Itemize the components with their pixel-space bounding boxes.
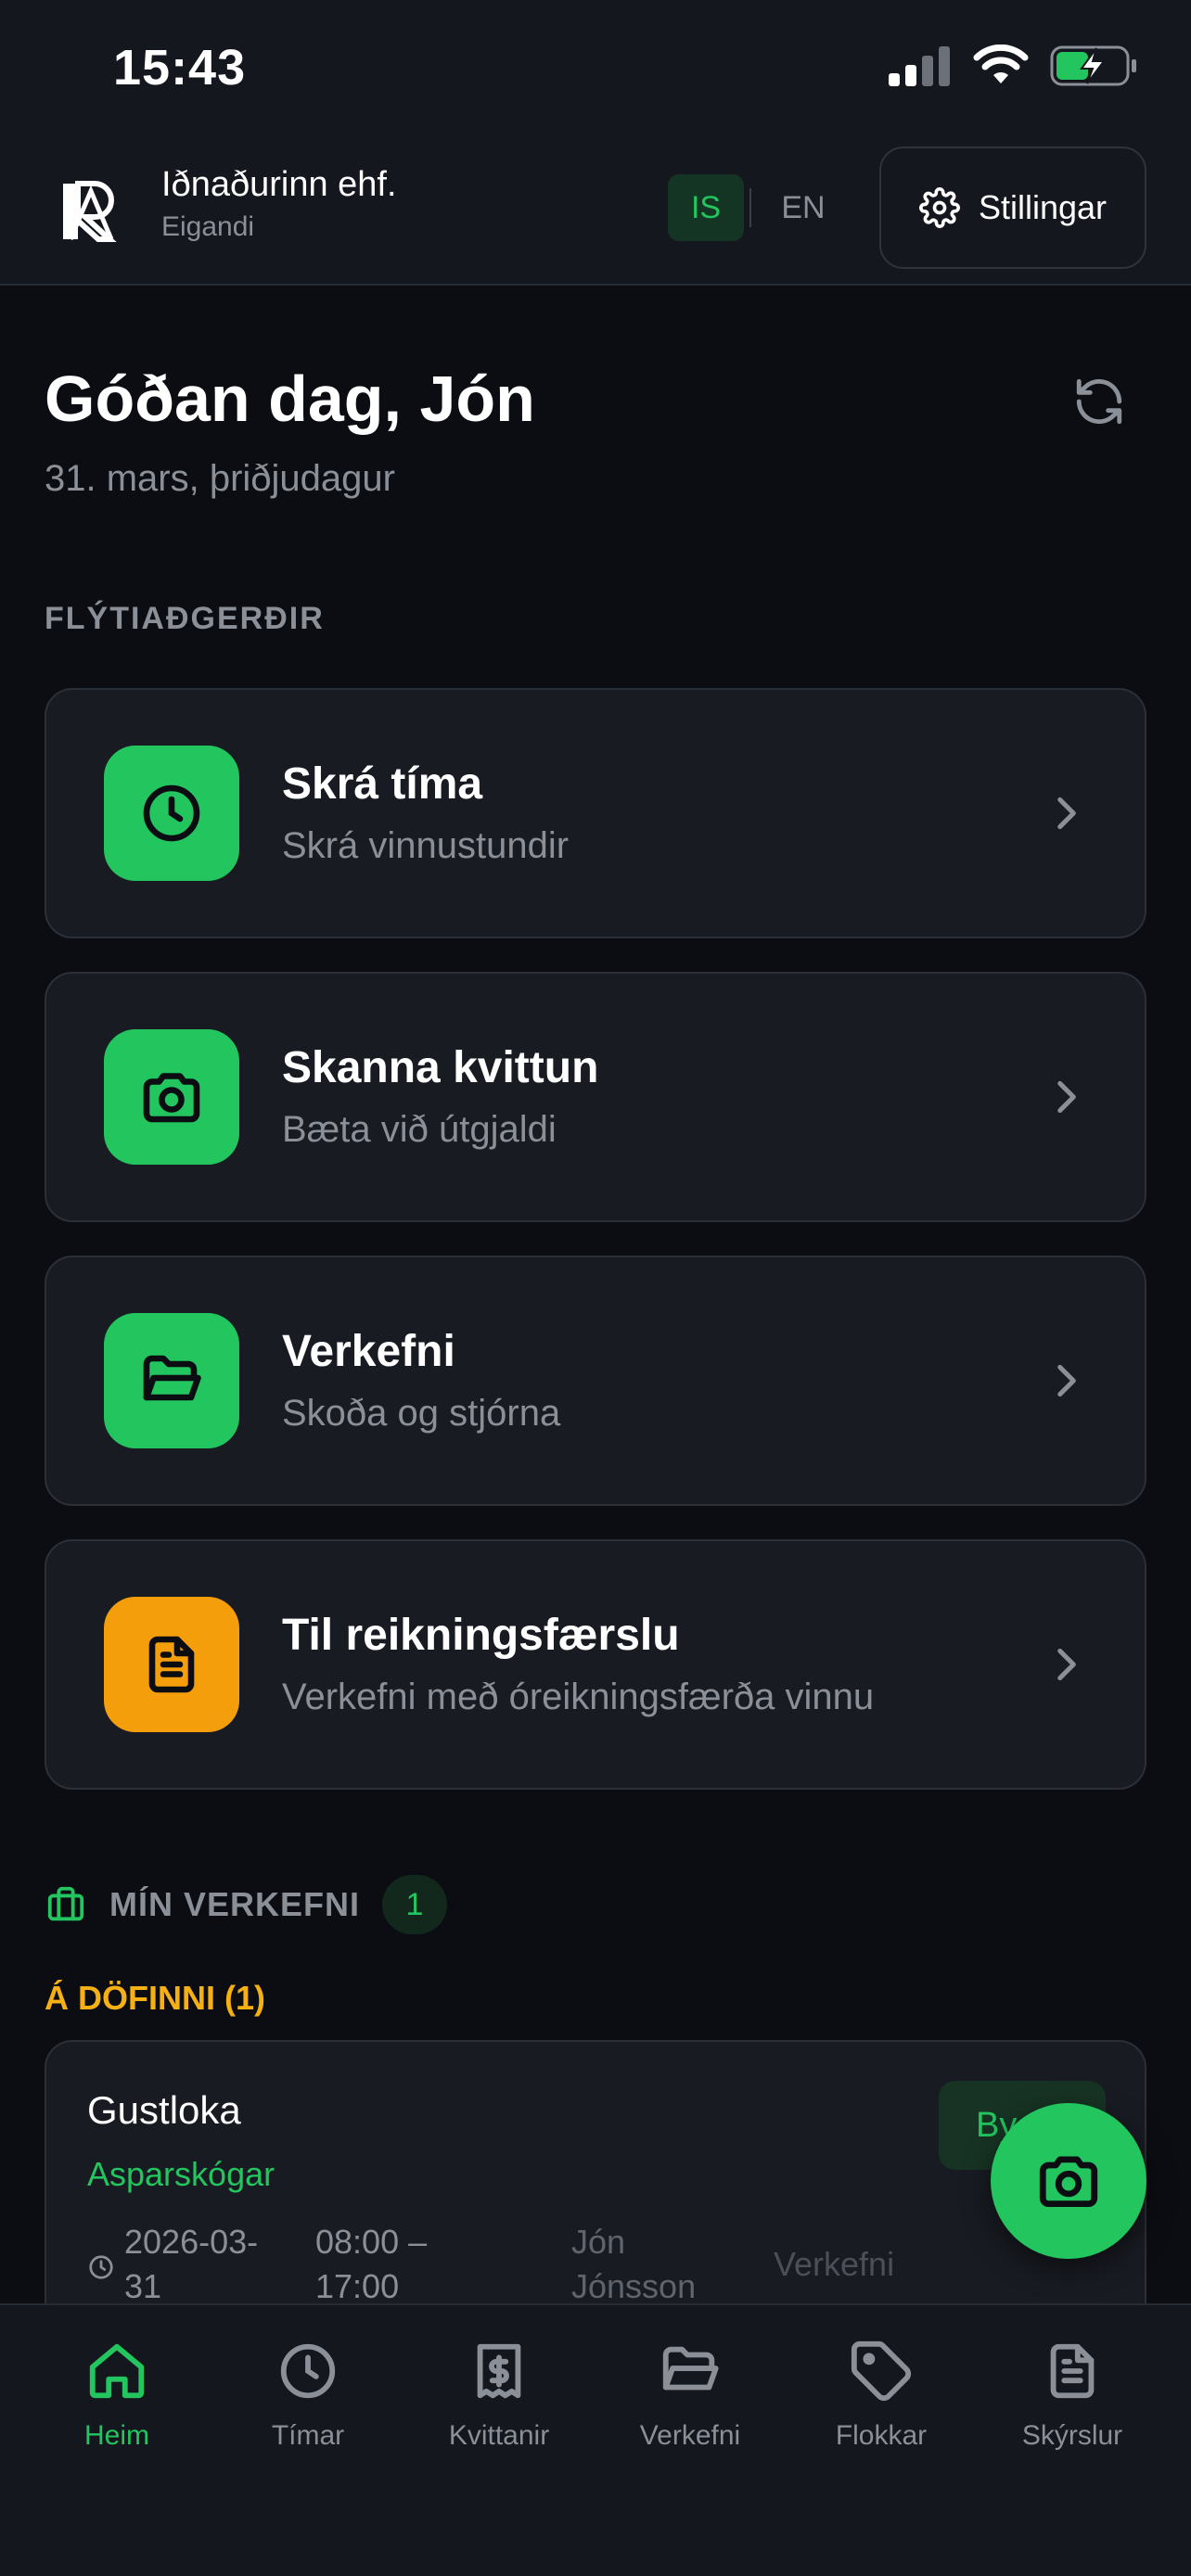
lang-is-button[interactable]: IS [668,174,744,241]
scan-receipt-fab[interactable] [991,2103,1146,2259]
settings-label: Stillingar [978,188,1108,226]
greeting-date: 31. mars, þriðjudagur [45,458,395,499]
status-icons [887,45,1139,87]
folder-icon [143,1355,201,1401]
status-bar: 15:43 [0,0,1191,139]
language-switch: IS EN [668,174,850,241]
task-time-line: 17:00 [315,2267,400,2305]
wifi-icon [973,45,1029,83]
tag-icon [851,2340,912,2402]
card-icon-bg [104,1029,239,1165]
task-location: Asparskógar [87,2155,275,2193]
card-icon-bg [104,1313,239,1448]
task-date-line: 2026-03- [124,2223,259,2261]
chevron-right-icon [1057,797,1076,830]
lang-en-button[interactable]: EN [757,174,850,241]
chevron-right-icon [1057,1080,1076,1114]
tab-receipts[interactable]: Kvittanir [403,2339,595,2452]
chevron-right-icon [1057,1648,1076,1681]
tab-categories[interactable]: Flokkar [786,2339,977,2452]
my-projects-count-badge: 1 [382,1875,448,1934]
quick-action-projects[interactable]: Verkefni Skoða og stjórna [45,1256,1146,1506]
task-date: 2026-03- 31 [124,2220,258,2309]
my-projects-header: MÍN VERKEFNI 1 [45,1873,448,1936]
settings-button[interactable]: Stillingar [879,147,1146,269]
task-time-line: 08:00 – [315,2223,428,2261]
clock-icon [89,2255,113,2279]
tab-label: Flokkar [835,2420,928,2451]
card-subtitle: Skoða og stjórna [282,1393,561,1434]
lang-divider [749,188,751,227]
quick-action-log-time[interactable]: Skrá tíma Skrá vinnustundir [45,688,1146,938]
card-title: Til reikningsfærslu [282,1611,680,1660]
clock-icon [280,2343,336,2399]
my-projects-label: MÍN VERKEFNI [109,1885,361,1923]
home-icon [89,2343,145,2399]
quick-action-scan-receipt[interactable]: Skanna kvittun Bæta við útgjaldi [45,972,1146,1222]
tab-label: Tímar [271,2420,345,2451]
card-title: Skrá tíma [282,759,483,809]
task-time: 08:00 – 17:00 [315,2220,427,2309]
tab-label: Heim [83,2420,149,2451]
clock-icon [143,784,200,842]
refresh-button[interactable] [1067,369,1132,434]
status-time: 15:43 [113,40,247,96]
app-header: Iðnaðurinn ehf. Eigandi IS EN Stillingar [0,139,1191,286]
chevron-right-icon [1057,1364,1076,1397]
greeting-title: Góðan dag, Jón [45,363,535,435]
tab-label: Kvittanir [448,2420,550,2451]
quick-action-to-invoice[interactable]: Til reikningsfærslu Verkefni með óreikni… [45,1539,1146,1790]
briefcase-icon [47,1886,84,1921]
tab-hours[interactable]: Tímar [212,2339,403,2452]
tab-label: Verkefni [639,2420,741,2451]
card-icon-bg [104,1597,239,1732]
gear-icon [919,187,960,228]
document-icon [148,1636,195,1693]
user-role: Eigandi [161,211,255,242]
card-title: Verkefni [282,1327,455,1376]
task-assignee-line: Jónsson [571,2267,697,2305]
battery-charging-icon [1050,45,1136,86]
tab-label: Skýrslur [1021,2420,1123,2451]
cellular-signal-icon [889,46,950,86]
card-subtitle: Skrá vinnustundir [282,825,570,866]
camera-icon [143,1073,200,1123]
company-name: Iðnaðurinn ehf. [161,165,397,204]
folder-icon [662,2346,719,2391]
refresh-icon [1076,378,1122,425]
camera-icon [1039,2156,1098,2208]
task-type: Verkefni [774,2245,895,2283]
pending-section-label: Á DÖFINNI (1) [45,1979,265,2017]
card-title: Skanna kvittun [282,1043,599,1092]
company-logo [63,181,117,242]
receipt-icon [477,2343,521,2399]
tab-bar: Heim Tímar Kvittanir Verkefni Flokkar Sk… [0,2303,1191,2576]
card-icon-bg [104,746,239,881]
task-assignee-line: Jón [571,2223,626,2261]
task-date-line: 31 [124,2267,162,2305]
report-icon [1050,2343,1095,2399]
tab-projects[interactable]: Verkefni [595,2339,786,2452]
task-assignee: Jón Jónsson [571,2220,696,2309]
tab-reports[interactable]: Skýrslur [977,2339,1168,2452]
card-subtitle: Bæta við útgjaldi [282,1109,557,1150]
card-subtitle: Verkefni með óreikningsfærða vinnu [282,1677,875,1717]
tab-home[interactable]: Heim [21,2339,212,2452]
quick-actions-label: FLÝTIAÐGERÐIR [45,601,325,636]
task-title: Gustloka [87,2088,241,2132]
